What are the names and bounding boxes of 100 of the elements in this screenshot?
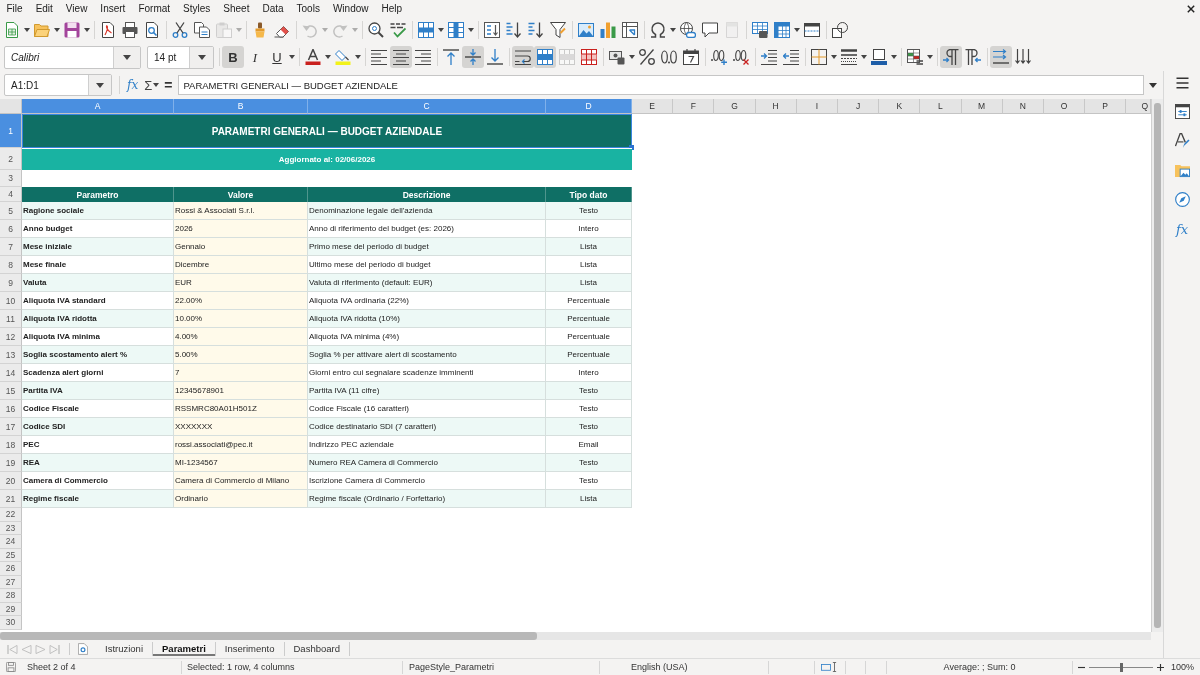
align-center-button[interactable] [390,46,412,68]
sheet-tab[interactable]: Inserimento [215,642,285,656]
font-name-field[interactable]: Calibri [4,45,141,69]
row-header[interactable]: 10 [0,292,22,310]
vertical-scrollbar[interactable] [1151,99,1163,632]
plus-icon[interactable] [1157,663,1164,671]
row-header[interactable]: 15 [0,382,22,400]
conditional-format-button[interactable] [904,46,926,68]
formula-button[interactable]: = [164,77,173,93]
row-header[interactable]: 20 [0,472,22,490]
menu-item[interactable]: View [59,0,94,17]
grid-icon[interactable] [774,22,790,38]
printer-icon[interactable] [122,22,138,38]
search-icon[interactable] [368,22,384,38]
borders-button[interactable] [808,46,830,68]
lines-checkmark-icon[interactable] [390,22,406,38]
row-header[interactable]: 18 [0,436,22,454]
menu-item[interactable]: Edit [29,0,60,17]
column-header[interactable]: E [632,99,674,114]
bar-chart-icon[interactable] [600,22,616,38]
caret-down-icon[interactable] [670,28,676,32]
compass-icon[interactable] [1174,192,1190,207]
row-header[interactable]: 17 [0,418,22,436]
row-header[interactable]: 12 [0,328,22,346]
caret-down-icon[interactable] [96,82,104,88]
globe-link-icon[interactable] [680,22,696,38]
grid-column-icon[interactable] [448,22,464,38]
menu-item[interactable]: Sheet [216,0,256,17]
omega-icon[interactable] [650,22,666,38]
unmerge-cells-button[interactable] [578,46,600,68]
row-header[interactable]: 4 [0,187,22,202]
menu-item[interactable]: Help [375,0,409,17]
caret-down-icon[interactable] [24,28,30,32]
menu-item[interactable]: Data [255,0,291,17]
row-header[interactable]: 19 [0,454,22,472]
menu-item[interactable]: Format [131,0,177,17]
row-header[interactable]: 24 [0,535,22,549]
grid-printer-icon[interactable] [752,22,768,38]
grid-row-icon[interactable] [418,22,434,38]
column-header[interactable]: P [1085,99,1127,114]
funnel-icon[interactable] [550,22,566,38]
zoom-percent[interactable]: 100% [1171,662,1195,672]
caret-down-icon[interactable] [927,55,933,59]
row-header[interactable]: 3 [0,170,22,187]
zoom-slider-thumb[interactable] [1119,662,1123,672]
row-header[interactable]: 14 [0,364,22,382]
row-header[interactable]: 16 [0,400,22,418]
formula-input-field[interactable]: PARAMETRI GENERALI — BUDGET AZIENDALE [178,75,1144,95]
caret-down-icon[interactable] [794,28,800,32]
column-header[interactable]: N [1002,99,1044,114]
row-header[interactable]: 8 [0,256,22,274]
caret-down-icon[interactable] [861,55,867,59]
align-middle-button[interactable] [462,46,484,68]
percent-format-button[interactable] [636,46,658,68]
row-header[interactable]: 30 [0,616,22,630]
spreadsheet-document-icon[interactable] [4,22,20,38]
horizontal-scrollbar[interactable] [0,632,1151,640]
row-header[interactable]: 26 [0,562,22,576]
menu-icon[interactable] [1174,77,1190,89]
caret-down-icon[interactable] [1149,82,1157,88]
caret-down-icon[interactable] [153,83,160,87]
sheet-tab[interactable]: Istruzioni [96,642,153,656]
caret-down-icon[interactable] [123,54,131,60]
functions-button[interactable]: fx [1175,221,1189,237]
column-header[interactable]: F [673,99,715,114]
column-header[interactable]: K [879,99,921,114]
menu-item[interactable]: File [0,0,30,17]
caret-down-icon[interactable] [325,55,331,59]
column-header[interactable]: H [755,99,797,114]
row-header[interactable]: 22 [0,508,22,522]
caret-down-icon[interactable] [355,55,361,59]
menu-item[interactable]: Tools [290,0,327,17]
caret-down-icon[interactable] [197,54,206,60]
rectangle-text-cursor-icon[interactable] [821,662,839,672]
column-header[interactable]: M [961,99,1003,114]
caret-down-icon[interactable] [629,55,635,59]
caret-down-icon[interactable] [831,55,837,59]
caret-down-icon[interactable] [54,28,60,32]
row-header[interactable]: 13 [0,346,22,364]
row-header[interactable]: 28 [0,589,22,603]
scrollbar-thumb[interactable] [0,632,537,640]
two-documents-icon[interactable] [194,22,210,38]
bold-button[interactable]: B [222,46,244,68]
sort-descending-icon[interactable] [528,22,544,38]
align-top-button[interactable] [440,46,462,68]
caret-down-icon[interactable] [84,28,90,32]
column-header[interactable]: I [796,99,838,114]
scissors-icon[interactable] [172,22,188,38]
sheet-tab[interactable]: Parametri [153,642,216,656]
sort-icon[interactable] [484,22,500,38]
close-icon[interactable] [1187,4,1195,13]
row-header[interactable]: 11 [0,310,22,328]
align-bottom-button[interactable] [484,46,506,68]
speech-bubble-icon[interactable] [702,22,718,38]
shapes-icon[interactable] [832,22,848,38]
row-header[interactable]: 21 [0,490,22,508]
menu-item[interactable]: Window [326,0,375,17]
column-header[interactable]: L [920,99,962,114]
table-arrow-icon[interactable] [622,22,638,38]
text-left-to-right-button[interactable] [990,46,1012,68]
